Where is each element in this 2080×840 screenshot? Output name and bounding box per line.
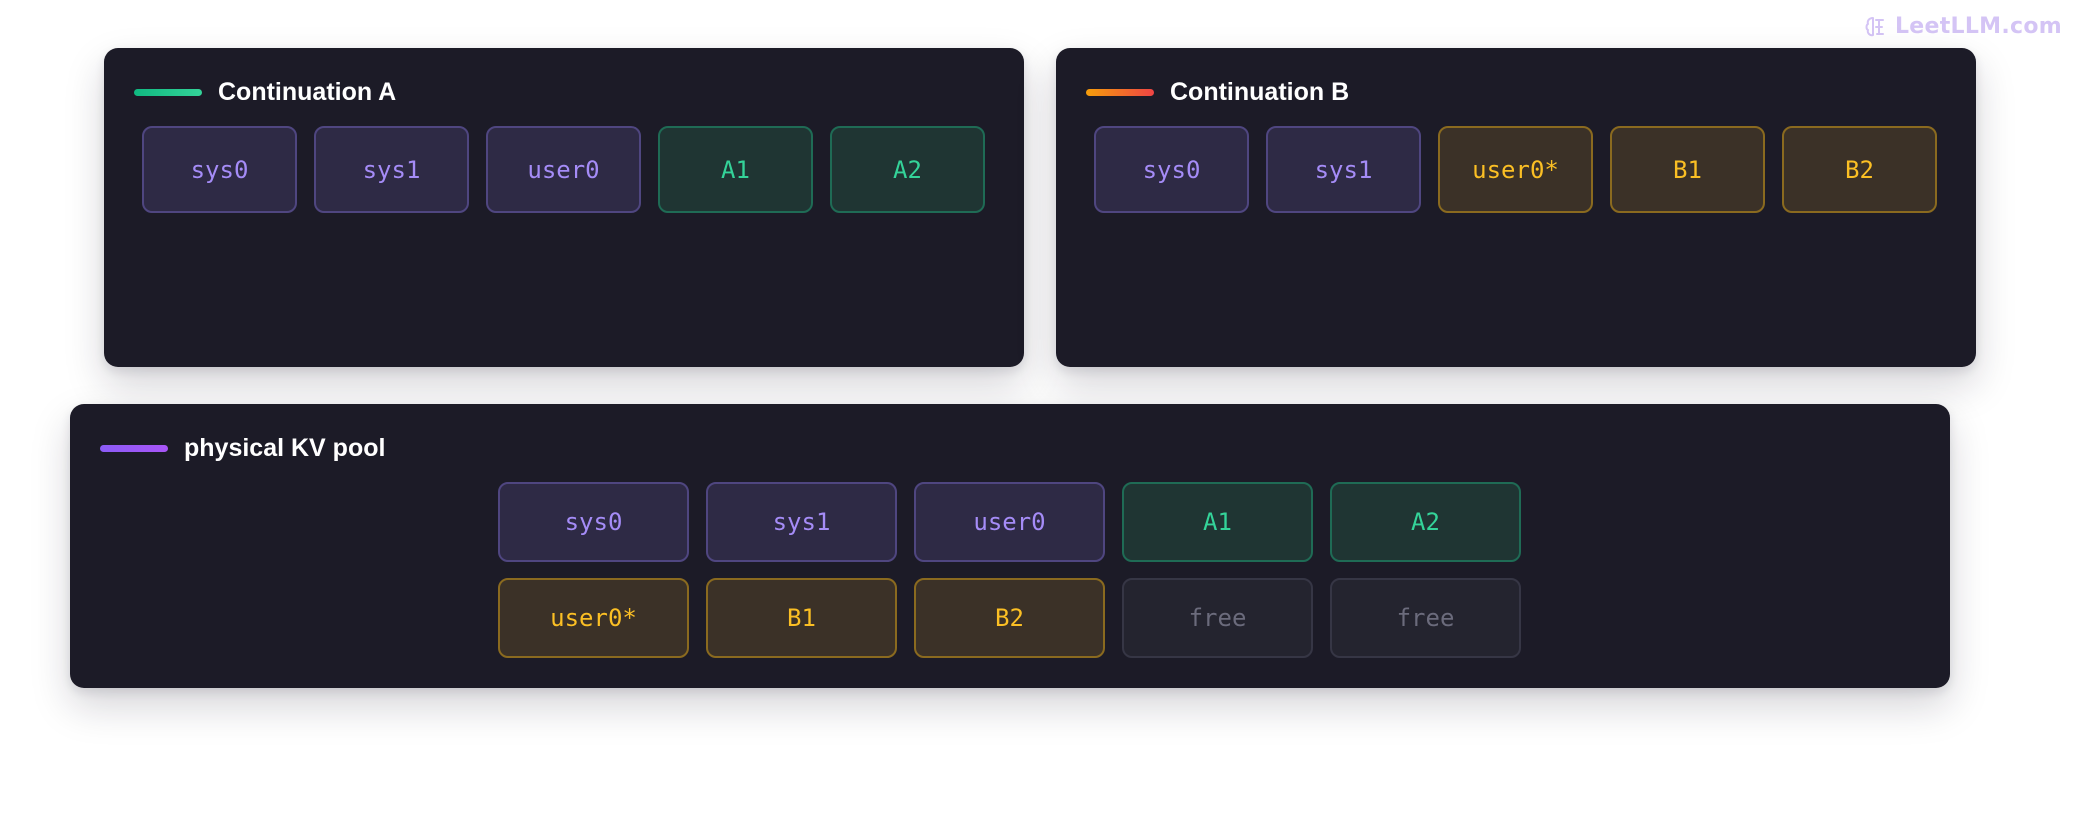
continuation-b-panel: Continuation B sys0 sys1 user0* B1 B2 xyxy=(1056,48,1976,367)
continuation-a-accent-bar xyxy=(134,89,202,96)
pool-block-user0-star: user0* xyxy=(498,578,689,658)
continuation-b-accent-bar xyxy=(1086,89,1154,96)
physical-kv-pool-panel: physical KV pool sys0 sys1 user0 A1 A2 u… xyxy=(70,404,1950,688)
brain-icon xyxy=(1864,15,1886,39)
kv-block-a1: A1 xyxy=(658,126,813,213)
kv-block-b1: B1 xyxy=(1610,126,1765,213)
kv-block-user0-star: user0* xyxy=(1438,126,1593,213)
continuation-a-blocks: sys0 sys1 user0 A1 A2 xyxy=(142,126,985,213)
continuation-b-blocks: sys0 sys1 user0* B1 B2 xyxy=(1094,126,1937,213)
pool-block-b1: B1 xyxy=(706,578,897,658)
watermark-text: LeetLLM.com xyxy=(1894,14,2062,39)
physical-kv-pool-header: physical KV pool xyxy=(100,434,385,463)
pool-block-free: free xyxy=(1122,578,1313,658)
continuation-a-title: Continuation A xyxy=(218,78,397,106)
continuation-a-panel: Continuation A sys0 sys1 user0 A1 A2 xyxy=(104,48,1024,367)
physical-kv-pool-title: physical KV pool xyxy=(184,434,386,462)
pool-block-sys0: sys0 xyxy=(498,482,689,562)
pool-block-sys1: sys1 xyxy=(706,482,897,562)
kv-block-user0: user0 xyxy=(486,126,641,213)
kv-block-sys1: sys1 xyxy=(314,126,469,213)
kv-block-a2: A2 xyxy=(830,126,985,213)
pool-block-free: free xyxy=(1330,578,1521,658)
pool-block-a1: A1 xyxy=(1122,482,1313,562)
physical-kv-pool-grid: sys0 sys1 user0 A1 A2 user0* B1 B2 free … xyxy=(498,482,1521,658)
pool-block-user0: user0 xyxy=(914,482,1105,562)
kv-block-sys0: sys0 xyxy=(1094,126,1249,213)
continuation-b-title: Continuation B xyxy=(1170,78,1350,106)
continuation-b-header: Continuation B xyxy=(1086,78,1349,107)
diagram-canvas: LeetLLM.com Continuation A sys0 sys1 use… xyxy=(0,0,2080,840)
pool-block-a2: A2 xyxy=(1330,482,1521,562)
kv-block-sys0: sys0 xyxy=(142,126,297,213)
kv-block-b2: B2 xyxy=(1782,126,1937,213)
watermark: LeetLLM.com xyxy=(1864,14,2062,39)
pool-block-b2: B2 xyxy=(914,578,1105,658)
continuation-a-header: Continuation A xyxy=(134,78,396,107)
kv-block-sys1: sys1 xyxy=(1266,126,1421,213)
physical-kv-pool-accent-bar xyxy=(100,445,168,452)
